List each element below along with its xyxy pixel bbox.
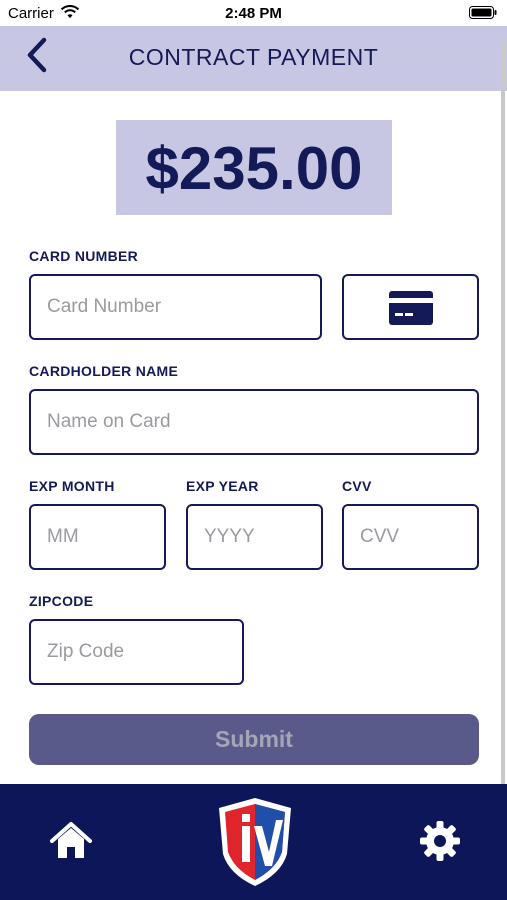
scrollbar[interactable]	[501, 40, 505, 785]
battery-icon	[469, 6, 497, 19]
exp-year-input[interactable]	[186, 504, 323, 570]
zipcode-label: ZIPCODE	[29, 593, 94, 609]
header: CONTRACT PAYMENT	[0, 26, 507, 91]
card-number-input[interactable]	[29, 274, 322, 340]
status-bar: Carrier 2:48 PM	[0, 0, 507, 26]
shield-logo-icon	[219, 798, 291, 886]
submit-button[interactable]: Submit	[29, 714, 479, 765]
cardholder-name-label: CARDHOLDER NAME	[29, 363, 179, 379]
tab-bar	[0, 784, 507, 900]
settings-button[interactable]	[417, 818, 463, 864]
page-title: CONTRACT PAYMENT	[128, 44, 379, 70]
cvv-label: CVV	[342, 478, 372, 494]
gear-icon	[420, 821, 460, 861]
cardholder-name-input[interactable]	[29, 389, 479, 455]
credit-card-icon	[389, 291, 433, 325]
card-number-label: CARD NUMBER	[29, 248, 139, 264]
exp-year-label: EXP YEAR	[186, 478, 259, 494]
home-icon	[50, 822, 92, 858]
exp-month-input[interactable]	[29, 504, 166, 570]
amount-display: $235.00	[116, 120, 392, 215]
zipcode-input[interactable]	[29, 619, 244, 685]
amount-value: $235.00	[145, 135, 363, 202]
status-time: 2:48 PM	[225, 5, 282, 22]
cvv-input[interactable]	[342, 504, 479, 570]
exp-month-label: EXP MONTH	[29, 478, 115, 494]
home-button[interactable]	[48, 818, 94, 864]
card-scan-button[interactable]	[342, 274, 479, 340]
